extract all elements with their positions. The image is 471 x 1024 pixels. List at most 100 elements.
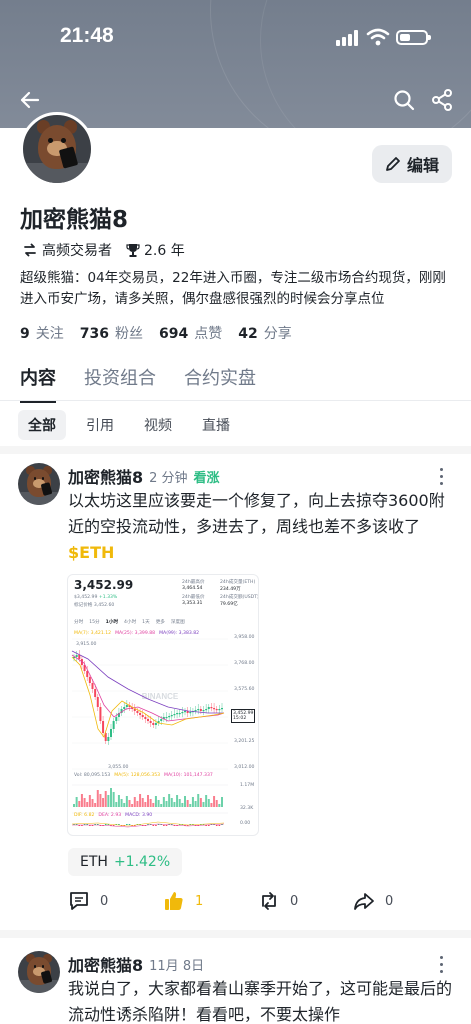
profile-tabs: 内容 投资组合 合约实盘: [20, 364, 256, 403]
post-avatar[interactable]: [18, 951, 60, 993]
chart-y-label: 3,012.00: [234, 765, 255, 770]
volume-bar: [128, 800, 131, 807]
post-author[interactable]: 加密熊猫8: [68, 464, 143, 488]
macd-bar: [152, 825, 155, 826]
like-button[interactable]: 1: [163, 890, 258, 912]
comment-button[interactable]: 0: [68, 890, 163, 912]
volume-bar: [139, 794, 142, 807]
volume-bar: [91, 799, 94, 807]
candle-body: [125, 705, 128, 707]
candle-body: [173, 714, 176, 716]
candle-body: [133, 709, 136, 711]
macd-bar: [155, 825, 157, 826]
macd-bar: [126, 824, 128, 825]
volume-bar: [210, 803, 213, 807]
chart-stat: 234.49万: [220, 587, 241, 592]
candle-body: [176, 713, 179, 715]
coin-tag[interactable]: ETH +1.42%: [68, 848, 183, 876]
volume-bar: [99, 794, 102, 807]
candle-body: [94, 689, 97, 697]
candle-body: [144, 717, 147, 719]
volume-bar: [125, 796, 128, 807]
volume-bar: [73, 804, 75, 807]
more-options-icon[interactable]: [440, 468, 444, 489]
volume-bar: [144, 802, 147, 807]
candle-body: [170, 715, 173, 717]
forward-button[interactable]: 0: [353, 890, 448, 912]
volume-bar: [221, 797, 223, 807]
profile-name: 加密熊猫8: [20, 207, 129, 233]
chart-stat: 24h成交量(ETH): [220, 580, 256, 585]
volume-bar: [154, 796, 157, 807]
post-avatar[interactable]: [18, 463, 60, 505]
section-separator: [0, 930, 471, 938]
candle-body: [210, 707, 213, 709]
volume-bar: [176, 795, 179, 807]
tab-futures[interactable]: 合约实盘: [184, 364, 256, 403]
post-text: 我说白了，大家都看着山寨季开始了，这可能是最后的流动性诱杀陷阱！看看吧，不要太操…: [68, 979, 453, 1024]
volume-bar: [202, 802, 205, 807]
chart-y-label: 3,575.60: [234, 687, 255, 692]
filter-live[interactable]: 直播: [192, 410, 240, 440]
post-text: 以太坊这里应该要走一个修复了，向上去掠夺3600附近的空投流动性，多进去了，周线…: [68, 491, 445, 562]
section-separator: [0, 446, 471, 454]
tag-label: 2.6 年: [144, 243, 185, 259]
volume-bar: [170, 798, 173, 807]
chart-y-label: 3,768.00: [234, 661, 255, 666]
cashtag-link[interactable]: $ETH: [68, 543, 114, 562]
candle-body: [189, 712, 192, 714]
volume-bar: [104, 791, 107, 807]
volume-bar: [131, 804, 134, 807]
back-arrow-icon[interactable]: [18, 88, 42, 112]
candle-body: [168, 716, 171, 718]
candle-body: [78, 655, 81, 659]
profile-avatar[interactable]: [20, 112, 94, 186]
stat-shares: 42 分享: [238, 326, 292, 342]
chart-last-price: 3,452.99 15:02: [231, 709, 256, 723]
forward-icon: [354, 893, 374, 910]
candle-body: [75, 655, 78, 657]
candle-body: [115, 717, 118, 721]
volume-bar: [86, 802, 89, 807]
volume-bar: [117, 795, 120, 807]
volume-bar: [96, 790, 99, 807]
candle-body: [110, 729, 112, 737]
stat-followers[interactable]: 736 粉丝: [80, 323, 143, 343]
chart-volume-legend: Vol: 80,095.153 MA(5): 128,056.353 MA(10…: [74, 773, 213, 778]
candle-body: [149, 721, 152, 723]
tab-content[interactable]: 内容: [20, 364, 56, 403]
trader-icon: [24, 243, 36, 257]
filter-all[interactable]: 全部: [18, 410, 66, 440]
volume-bar: [218, 804, 221, 807]
candle-body: [112, 721, 115, 729]
volume-bar: [152, 803, 155, 807]
share-icon[interactable]: [430, 88, 454, 112]
volume-bar: [184, 796, 186, 807]
tab-portfolio[interactable]: 投资组合: [84, 364, 156, 403]
chart-price: 3,452.99: [74, 578, 134, 592]
volume-bar: [199, 798, 202, 807]
post-chart-image[interactable]: 3,452.99 $3,452.99 +1.33% 标记价格 3,452.60 …: [67, 574, 259, 836]
post-header: 加密熊猫8 11月 8日: [68, 952, 204, 976]
edit-profile-button[interactable]: 编辑: [372, 145, 452, 183]
more-options-icon[interactable]: [440, 956, 444, 977]
volume-bar: [178, 799, 181, 807]
volume-bar: [136, 801, 139, 807]
stat-following[interactable]: 9 关注: [20, 323, 64, 343]
filter-quote[interactable]: 引用: [76, 410, 124, 440]
candle-body: [96, 697, 99, 707]
repost-button[interactable]: 0: [258, 890, 353, 912]
candle-body: [123, 707, 126, 709]
repost-count: 0: [290, 893, 299, 909]
candle-body: [215, 709, 218, 711]
volume-bar: [194, 801, 197, 807]
chart-y-label: 3,958.00: [234, 635, 255, 640]
filter-video[interactable]: 视频: [134, 410, 182, 440]
chart-stat: 3,464.54: [182, 586, 203, 591]
search-icon[interactable]: [392, 88, 416, 112]
candle-body: [213, 708, 216, 710]
post-author[interactable]: 加密熊猫8: [68, 952, 143, 976]
candle-body: [99, 707, 102, 721]
candle-body: [160, 719, 163, 721]
volume-bar: [213, 796, 216, 807]
